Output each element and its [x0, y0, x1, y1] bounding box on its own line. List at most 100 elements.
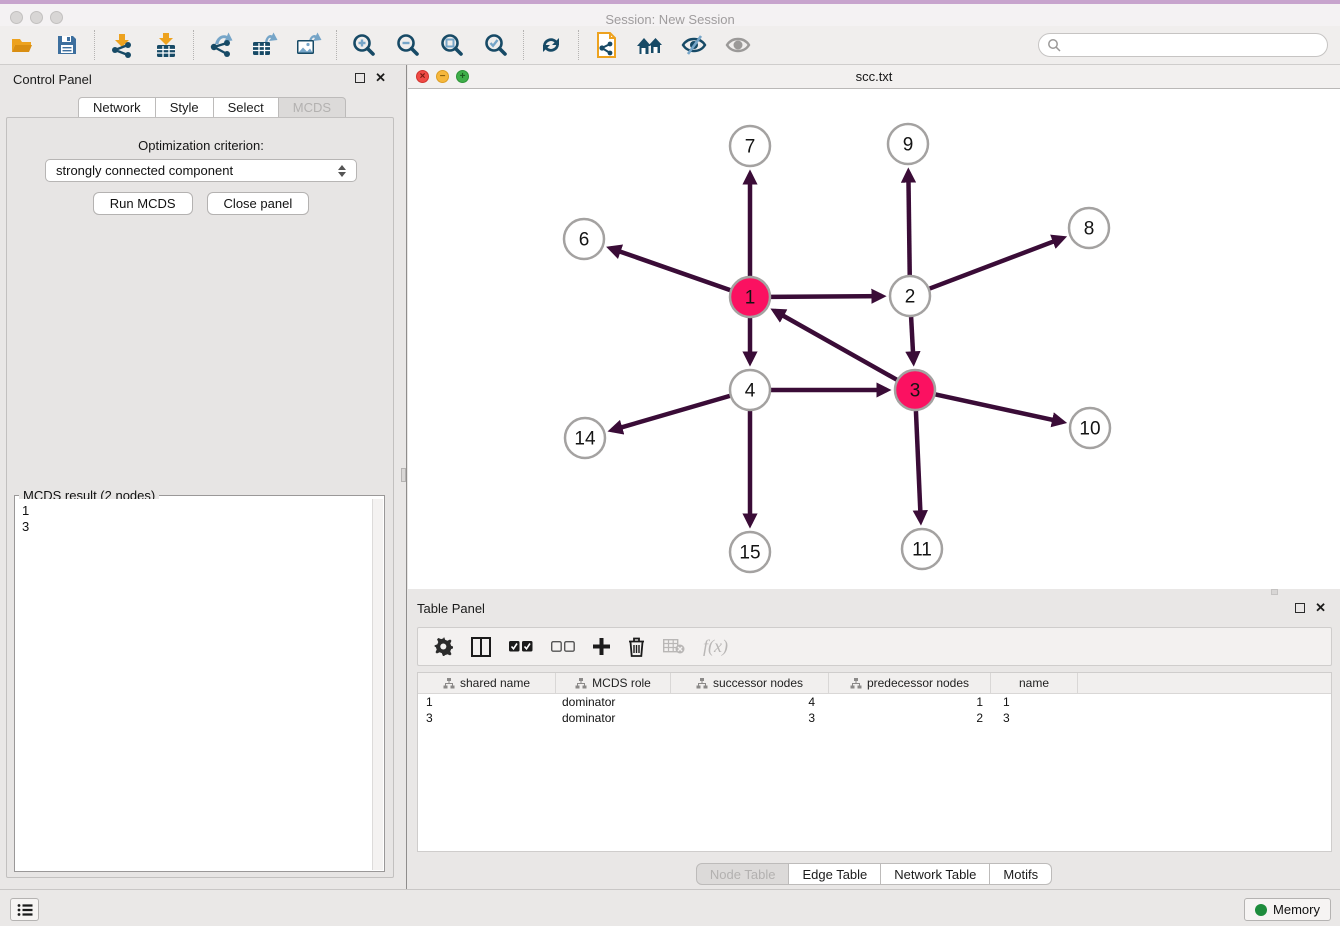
cell-successor-nodes[interactable]: 4	[671, 695, 829, 709]
zoom-fit-button[interactable]	[437, 31, 467, 59]
splitter-handle[interactable]	[401, 468, 406, 482]
search-field[interactable]	[1038, 33, 1328, 57]
zoom-selected-button[interactable]	[481, 31, 511, 59]
toolbar-separator	[193, 30, 194, 60]
float-panel-icon[interactable]	[355, 73, 365, 83]
graph-edge-3-10[interactable]	[936, 394, 1063, 422]
criterion-select[interactable]: strongly connected component	[45, 159, 357, 182]
control-panel-title: Control Panel	[13, 72, 92, 87]
unchecked-boxes-icon	[551, 641, 575, 652]
tab-edge-table[interactable]: Edge Table	[789, 863, 881, 885]
column-header-shared-name[interactable]: shared name	[418, 673, 556, 693]
graph-edge-4-14[interactable]	[612, 396, 730, 430]
graph-edge-2-8[interactable]	[930, 238, 1063, 289]
table-row[interactable]: 3 dominator 3 2 3	[418, 710, 1331, 726]
graph-node-label: 11	[912, 540, 932, 561]
table-settings-button[interactable]	[434, 637, 453, 656]
graph-edge-1-6[interactable]	[610, 248, 730, 290]
table-panel-title: Table Panel	[417, 601, 485, 616]
graph-edge-3-11[interactable]	[916, 411, 921, 521]
tab-mcds[interactable]: MCDS	[279, 97, 346, 118]
cell-predecessor-nodes[interactable]: 1	[829, 695, 991, 709]
hide-details-button[interactable]	[679, 31, 709, 59]
unselect-all-columns-button[interactable]	[551, 641, 575, 652]
close-panel-button[interactable]: Close panel	[207, 192, 310, 215]
tab-network[interactable]: Network	[78, 97, 156, 118]
open-folder-icon	[10, 33, 36, 57]
zoom-out-button[interactable]	[393, 31, 423, 59]
tab-motifs[interactable]: Motifs	[990, 863, 1052, 885]
export-image-button[interactable]	[294, 31, 324, 59]
create-column-button[interactable]	[593, 638, 610, 655]
import-network-button[interactable]	[107, 31, 137, 59]
float-panel-icon[interactable]	[1295, 603, 1305, 613]
magnifier-minus-icon	[395, 32, 421, 58]
task-history-button[interactable]	[10, 898, 39, 921]
open-session-button[interactable]	[8, 31, 38, 59]
gear-icon	[434, 637, 453, 656]
tab-node-table[interactable]: Node Table	[696, 863, 790, 885]
graph-node-label: 2	[905, 287, 916, 308]
graph-edge-2-9[interactable]	[908, 172, 909, 275]
split-columns-icon	[471, 637, 491, 657]
toolbar-separator	[523, 30, 524, 60]
cell-mcds-role[interactable]: dominator	[556, 695, 671, 709]
search-input[interactable]	[1061, 36, 1327, 54]
run-mcds-button[interactable]: Run MCDS	[93, 192, 193, 215]
network-graph[interactable]: 1234678910111415	[408, 89, 1340, 589]
eye-slash-icon	[680, 34, 708, 56]
table-row[interactable]: 1 dominator 4 1 1	[418, 694, 1331, 710]
graph-node-label: 1	[745, 288, 756, 309]
export-network-button[interactable]	[206, 31, 236, 59]
function-builder-button[interactable]: f(x)	[703, 636, 728, 657]
memory-button[interactable]: Memory	[1244, 898, 1331, 921]
apply-layout-button[interactable]	[536, 31, 566, 59]
toolbar-separator	[578, 30, 579, 60]
graph-node-label: 9	[903, 135, 914, 156]
show-details-button[interactable]	[723, 31, 753, 59]
first-neighbors-button[interactable]	[591, 31, 621, 59]
window-title: Session: New Session	[0, 12, 1340, 27]
criterion-selected-value: strongly connected component	[56, 163, 233, 178]
column-header-predecessor-nodes[interactable]: predecessor nodes	[829, 673, 991, 693]
close-panel-icon[interactable]: ✕	[1315, 603, 1326, 613]
eye-icon	[724, 34, 752, 56]
tab-select[interactable]: Select	[214, 97, 279, 118]
cell-name[interactable]: 1	[991, 695, 1078, 709]
cell-shared-name[interactable]: 1	[418, 695, 556, 709]
export-table-button[interactable]	[250, 31, 280, 59]
network-export-curved-arrow-icon	[207, 32, 235, 58]
tab-style[interactable]: Style	[156, 97, 214, 118]
column-header-successor-nodes[interactable]: successor nodes	[671, 673, 829, 693]
cell-predecessor-nodes[interactable]: 2	[829, 711, 991, 725]
table-export-curved-arrow-icon	[251, 32, 279, 58]
save-session-button[interactable]	[52, 31, 82, 59]
mcds-result-textarea[interactable]: 1 3	[16, 499, 372, 870]
close-panel-icon[interactable]: ✕	[375, 73, 386, 83]
cell-name[interactable]: 3	[991, 711, 1078, 725]
show-hide-panels-button[interactable]	[635, 31, 665, 59]
select-all-columns-button[interactable]	[509, 641, 533, 652]
cell-mcds-role[interactable]: dominator	[556, 711, 671, 725]
graph-node-label: 8	[1084, 219, 1095, 240]
column-header-name[interactable]: name	[991, 673, 1078, 693]
window-titlebar: Session: New Session	[0, 4, 1340, 26]
cell-shared-name[interactable]: 3	[418, 711, 556, 725]
graph-edge-3-1[interactable]	[774, 311, 896, 380]
column-header-mcds-role[interactable]: MCDS role	[556, 673, 671, 693]
zoom-in-button[interactable]	[349, 31, 379, 59]
delete-columns-button[interactable]	[628, 637, 645, 657]
cell-successor-nodes[interactable]: 3	[671, 711, 829, 725]
network-canvas[interactable]: 1234678910111415	[408, 89, 1340, 589]
save-floppy-icon	[56, 34, 78, 56]
tab-network-table[interactable]: Network Table	[881, 863, 990, 885]
delete-table-button[interactable]	[663, 639, 685, 654]
graph-edge-1-2[interactable]	[771, 296, 882, 297]
table-tabs: Node Table Edge Table Network Table Moti…	[408, 863, 1340, 885]
graph-edge-2-3[interactable]	[911, 317, 913, 362]
result-scrollbar[interactable]	[372, 499, 383, 870]
network-window-titlebar[interactable]: × − + scc.txt	[408, 65, 1340, 89]
vertical-splitter[interactable]	[400, 65, 407, 889]
import-table-button[interactable]	[151, 31, 181, 59]
toggle-panel-layout-button[interactable]	[471, 637, 491, 657]
